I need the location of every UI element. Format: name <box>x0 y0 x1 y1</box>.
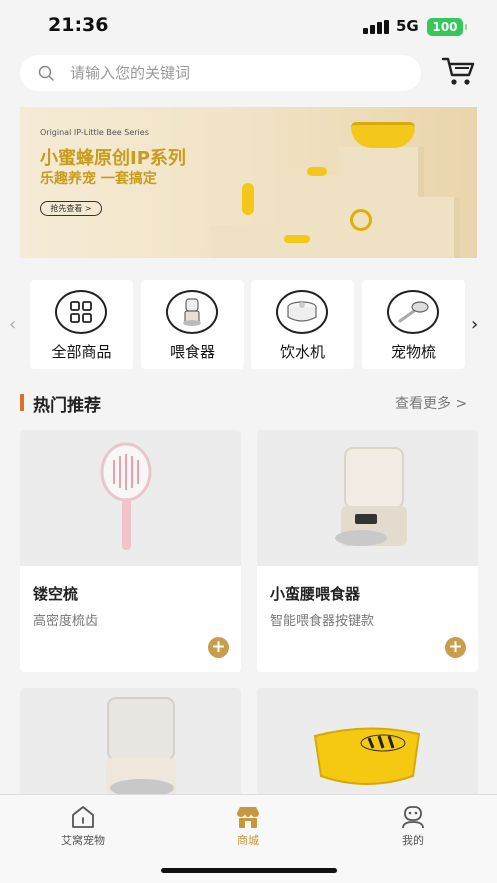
home-icon <box>72 806 94 828</box>
banner-subtitle: Original IP-Little Bee Series <box>40 128 149 137</box>
tab-label: 我的 <box>402 834 424 847</box>
section-accent-bar <box>20 394 24 411</box>
comb-icon <box>387 290 439 334</box>
category-label: 喂食器 <box>169 343 215 361</box>
product-image <box>257 430 478 566</box>
product-name: 小蛮腰喂食器 <box>270 585 361 603</box>
product-card[interactable]: 镂空梳 高密度梳齿 + <box>20 430 241 672</box>
category-label: 宠物梳 <box>390 343 436 361</box>
product-card[interactable] <box>20 688 241 808</box>
product-image <box>20 430 241 566</box>
grid-icon <box>55 290 107 334</box>
tab-shop[interactable]: 商城 <box>188 805 308 848</box>
banner-tagline: 乐趣养宠 一套搞定 <box>40 171 157 187</box>
network-label: 5G <box>396 17 419 35</box>
search-bar[interactable] <box>20 55 421 91</box>
home-indicator <box>161 868 337 873</box>
category-water-fountain[interactable]: 饮水机 <box>251 280 354 369</box>
product-image <box>20 688 241 808</box>
tab-profile[interactable]: 我的 <box>353 805 473 848</box>
shop-icon <box>237 807 259 828</box>
status-bar: 21:36 5G 100 <box>0 0 497 52</box>
category-label: 饮水机 <box>279 343 325 361</box>
search-icon <box>38 65 54 81</box>
search-input[interactable] <box>70 55 410 91</box>
tab-label: 艾窝宠物 <box>61 834 105 847</box>
product-name: 镂空梳 <box>33 585 79 603</box>
section-title: 热门推荐 <box>33 396 101 416</box>
status-time: 21:36 <box>48 14 109 36</box>
category-row: ‹ 全部商品 喂食器 饮水机 宠物梳 › <box>0 278 497 370</box>
banner-view-button[interactable]: 抢先查看 > <box>40 201 102 216</box>
category-feeder[interactable]: 喂食器 <box>141 280 244 369</box>
chevron-right-icon[interactable]: › <box>471 314 478 335</box>
product-card[interactable] <box>257 688 478 808</box>
product-description: 高密度梳齿 <box>33 614 99 629</box>
water-fountain-icon <box>276 290 328 334</box>
promo-banner[interactable]: Original IP-Little Bee Series 小蜜蜂原创IP系列 … <box>20 107 477 258</box>
battery-icon: 100 <box>427 18 467 36</box>
product-description: 智能喂食器按键款 <box>270 614 375 629</box>
add-to-cart-button[interactable]: + <box>445 637 466 658</box>
add-to-cart-button[interactable]: + <box>208 637 229 658</box>
profile-icon <box>402 806 424 829</box>
banner-title: 小蜜蜂原创IP系列 <box>40 148 186 169</box>
feeder-icon <box>166 290 218 334</box>
product-image <box>257 688 478 808</box>
category-all[interactable]: 全部商品 <box>30 280 133 369</box>
product-card[interactable]: 小蛮腰喂食器 智能喂食器按键款 + <box>257 430 478 672</box>
cart-icon[interactable] <box>441 55 477 87</box>
see-more-link[interactable]: 查看更多 > <box>395 393 467 413</box>
category-label: 全部商品 <box>51 343 112 361</box>
category-comb[interactable]: 宠物梳 <box>362 280 465 369</box>
tab-home[interactable]: 艾窝宠物 <box>23 805 143 848</box>
tab-label: 商城 <box>237 834 259 847</box>
chevron-left-icon[interactable]: ‹ <box>9 314 16 335</box>
signal-icon <box>363 20 389 34</box>
